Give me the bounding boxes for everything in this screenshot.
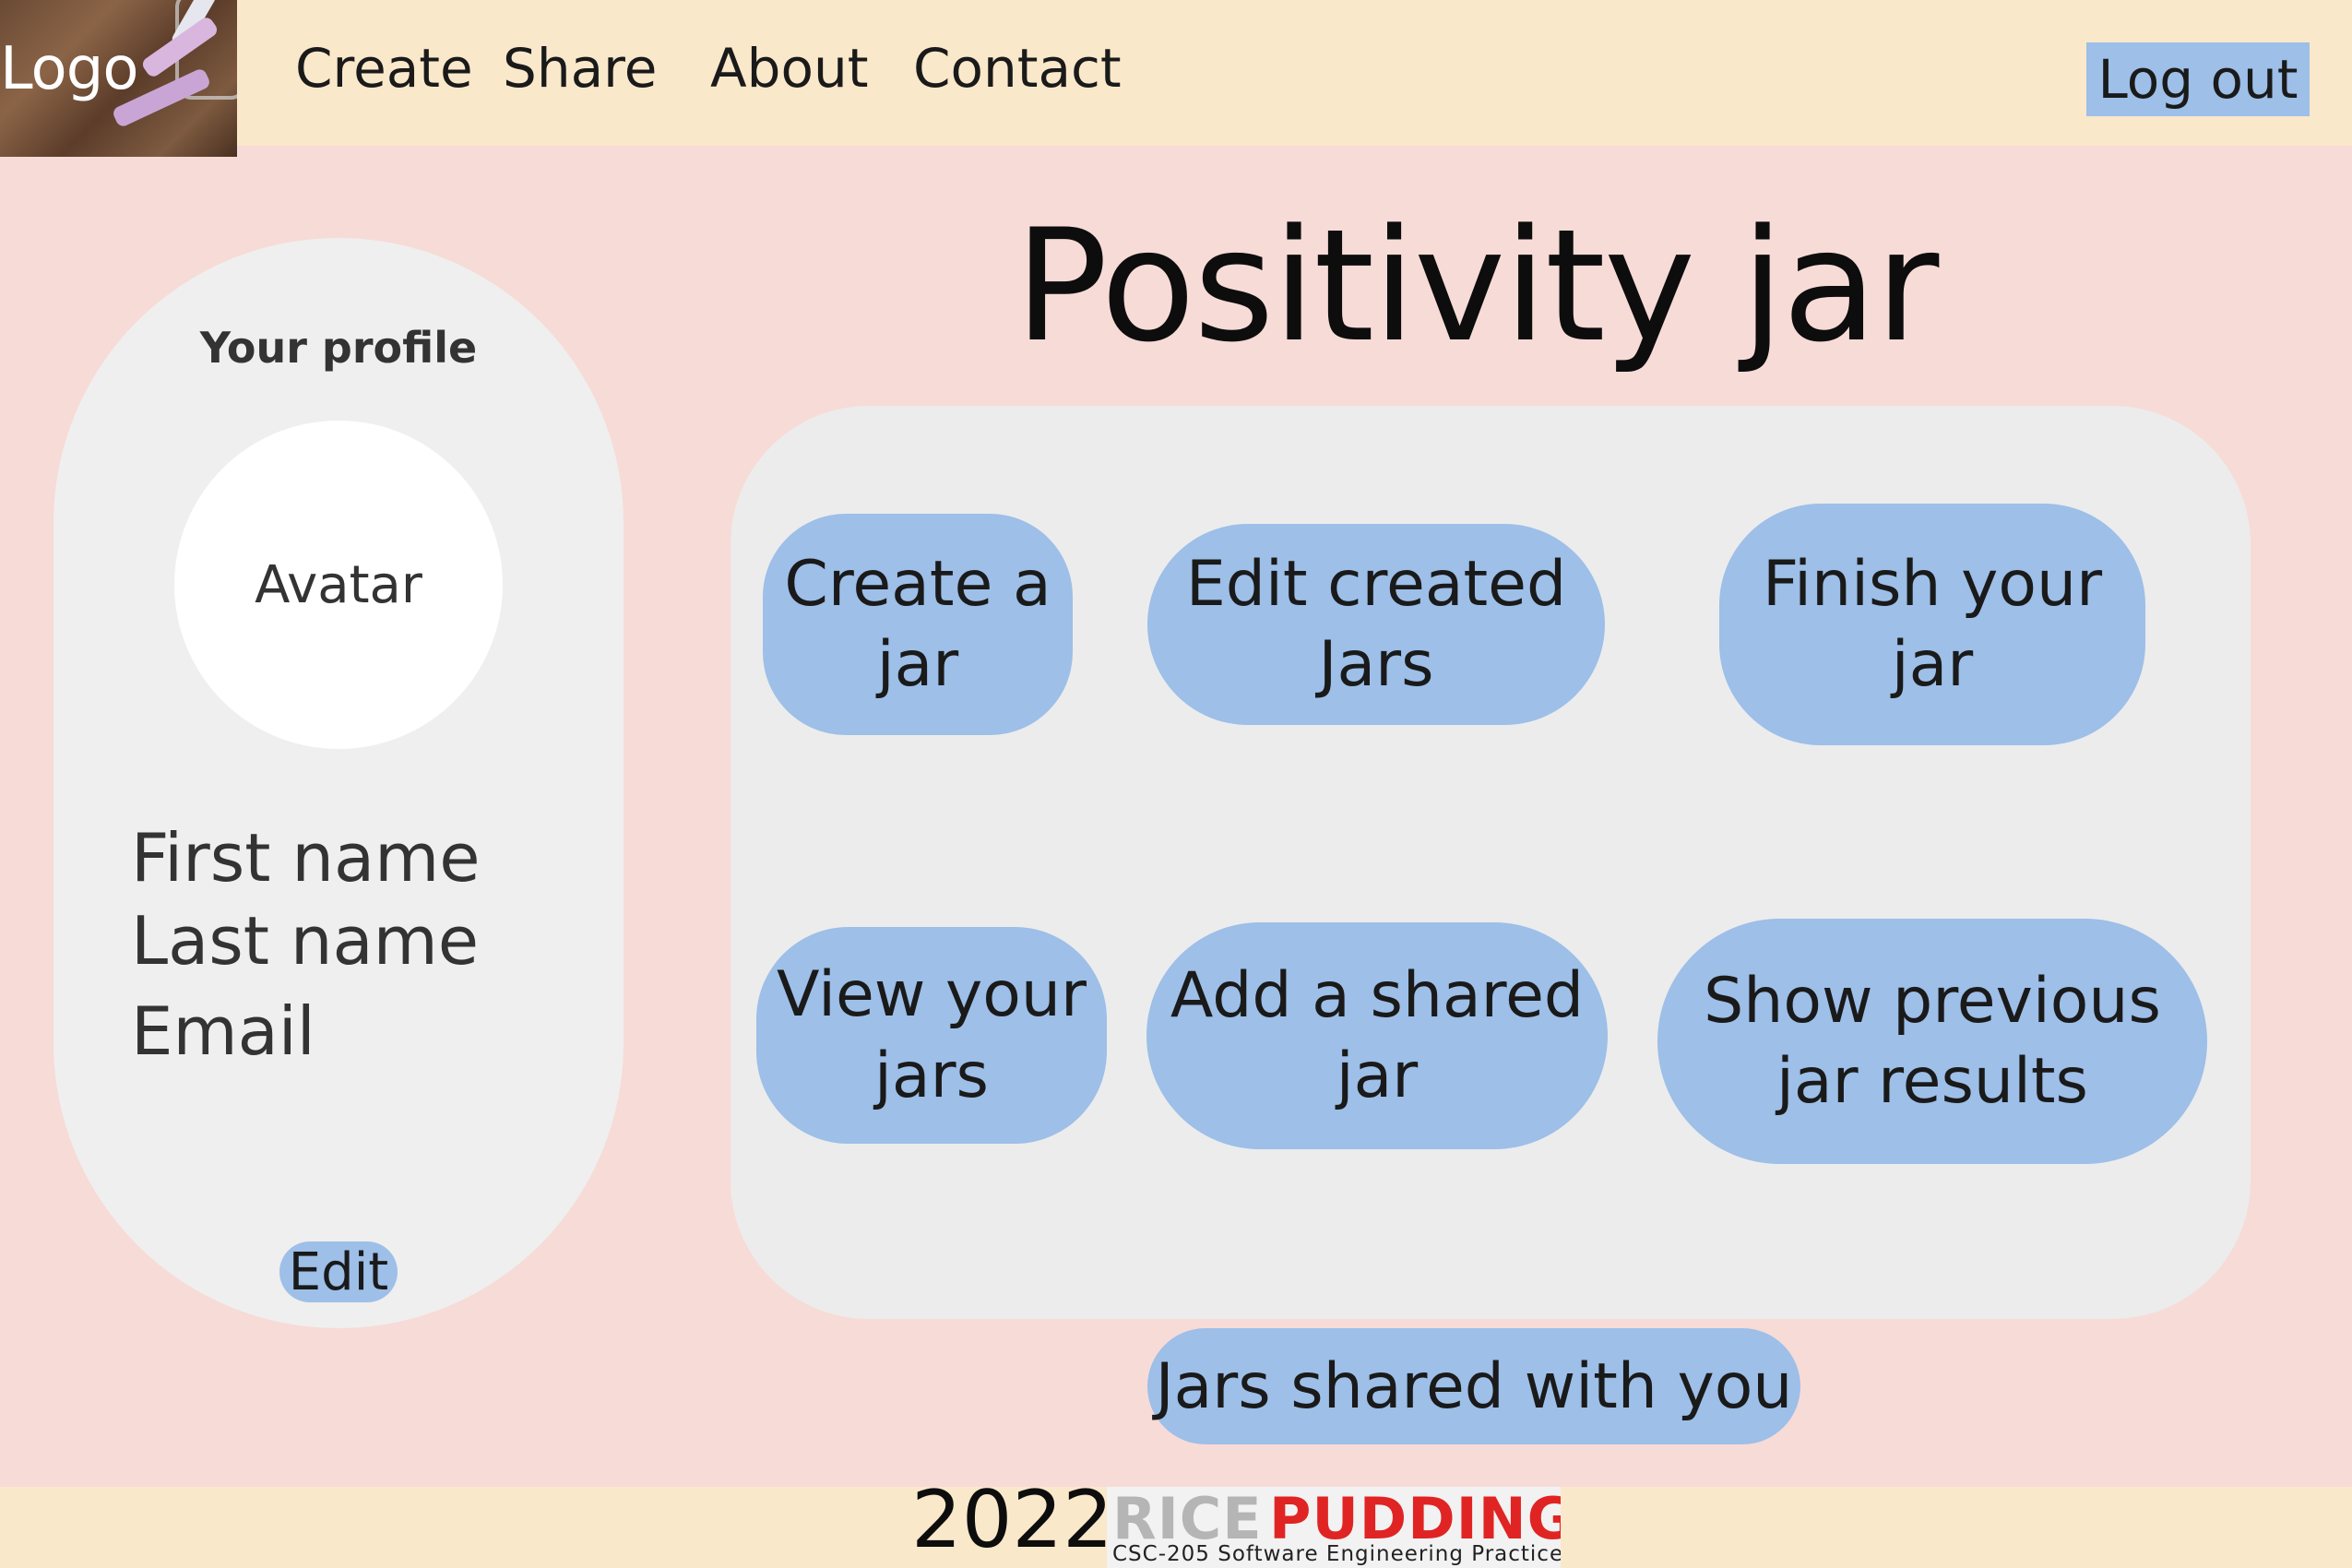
brand-logo: RICE PUDDING CSC-205 Software Engineerin… — [1107, 1487, 1561, 1568]
logout-button[interactable]: Log out — [2086, 42, 2310, 116]
add-shared-jar-button[interactable]: Add a shared jar — [1146, 922, 1608, 1149]
profile-card: Your profile Avatar First name Last name… — [53, 238, 624, 1328]
email-field: Email — [131, 992, 315, 1070]
previous-results-button[interactable]: Show previous jar results — [1657, 919, 2207, 1164]
edit-profile-button[interactable]: Edit — [279, 1241, 398, 1302]
edit-jars-button[interactable]: Edit created Jars — [1147, 524, 1605, 725]
nav-create-link[interactable]: Create — [295, 37, 473, 100]
first-name-field: First name — [131, 819, 481, 897]
nav-about-link[interactable]: About — [710, 37, 868, 100]
logo[interactable]: Logo — [0, 0, 237, 157]
brand-subtitle: CSC-205 Software Engineering Practices — [1112, 1542, 1561, 1566]
footer-year: 2022 — [911, 1474, 1113, 1566]
avatar: Avatar — [174, 421, 503, 749]
nav-contact-link[interactable]: Contact — [913, 37, 1122, 100]
last-name-field: Last name — [131, 902, 480, 980]
logo-text: Logo — [0, 35, 138, 103]
nav-share-link[interactable]: Share — [503, 37, 657, 100]
create-jar-button[interactable]: Create a jar — [763, 514, 1073, 735]
view-jars-button[interactable]: View your jars — [756, 927, 1107, 1144]
profile-heading: Your profile — [199, 323, 478, 373]
page-title: Positivity jar — [1015, 196, 1939, 376]
shared-jars-button[interactable]: Jars shared with you — [1147, 1328, 1800, 1444]
finish-jar-button[interactable]: Finish your jar — [1719, 504, 2145, 745]
